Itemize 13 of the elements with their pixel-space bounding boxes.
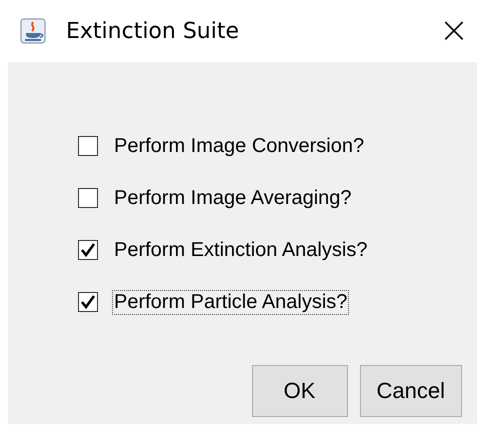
checkbox[interactable] xyxy=(78,188,98,208)
checkbox-label[interactable]: Perform Image Averaging? xyxy=(112,186,354,210)
checkbox-label[interactable]: Perform Image Conversion? xyxy=(112,134,366,158)
cancel-button[interactable]: Cancel xyxy=(360,365,462,417)
checkbox[interactable] xyxy=(78,240,98,260)
checkbox-label[interactable]: Perform Extinction Analysis? xyxy=(112,238,370,262)
checkbox-label[interactable]: Perform Particle Analysis? xyxy=(112,290,350,314)
checkbox[interactable] xyxy=(78,136,98,156)
ok-button[interactable]: OK xyxy=(252,365,348,417)
window-title: Extinction Suite xyxy=(66,18,240,44)
checkbox[interactable] xyxy=(78,292,98,312)
java-cup-icon xyxy=(20,18,46,44)
close-button[interactable]: × xyxy=(434,13,473,49)
